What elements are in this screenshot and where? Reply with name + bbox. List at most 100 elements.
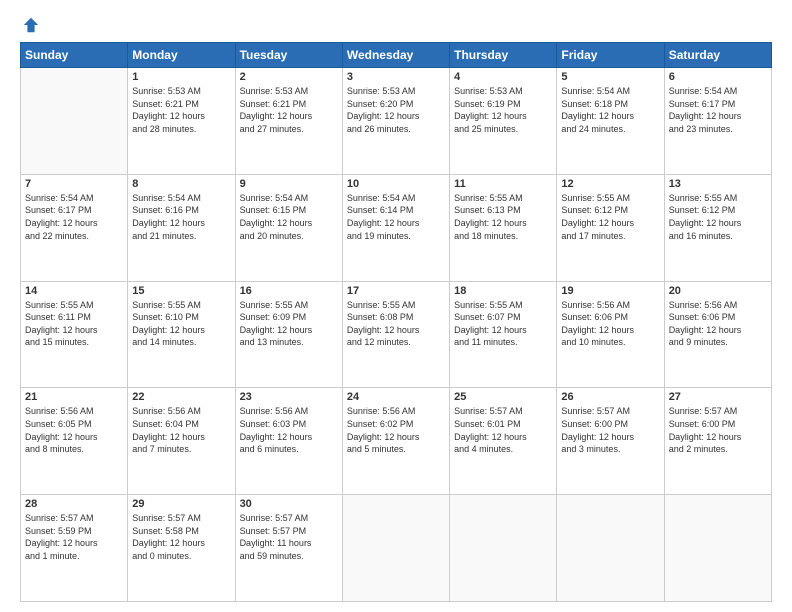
day-info: Sunrise: 5:54 AM Sunset: 6:17 PM Dayligh… [25, 192, 123, 242]
calendar-table: SundayMondayTuesdayWednesdayThursdayFrid… [20, 42, 772, 602]
day-number: 30 [240, 498, 338, 510]
calendar-cell [664, 495, 771, 602]
calendar-cell: 10 Sunrise: 5:54 AM Sunset: 6:14 PM Dayli… [342, 174, 449, 281]
calendar-cell: 20 Sunrise: 5:56 AM Sunset: 6:06 PM Dayli… [664, 281, 771, 388]
calendar-cell: 28 Sunrise: 5:57 AM Sunset: 5:59 PM Dayli… [21, 495, 128, 602]
calendar-cell: 14 Sunrise: 5:55 AM Sunset: 6:11 PM Dayli… [21, 281, 128, 388]
day-number: 14 [25, 285, 123, 297]
calendar-cell: 5 Sunrise: 5:54 AM Sunset: 6:18 PM Daylig… [557, 68, 664, 175]
day-number: 19 [561, 285, 659, 297]
header-day-sunday: Sunday [21, 43, 128, 68]
calendar-cell: 4 Sunrise: 5:53 AM Sunset: 6:19 PM Daylig… [450, 68, 557, 175]
day-info: Sunrise: 5:57 AM Sunset: 5:58 PM Dayligh… [132, 512, 230, 562]
day-info: Sunrise: 5:53 AM Sunset: 6:19 PM Dayligh… [454, 85, 552, 135]
calendar-cell: 7 Sunrise: 5:54 AM Sunset: 6:17 PM Daylig… [21, 174, 128, 281]
day-number: 29 [132, 498, 230, 510]
calendar-cell: 13 Sunrise: 5:55 AM Sunset: 6:12 PM Dayli… [664, 174, 771, 281]
day-info: Sunrise: 5:53 AM Sunset: 6:20 PM Dayligh… [347, 85, 445, 135]
day-number: 4 [454, 71, 552, 83]
logo [20, 16, 40, 34]
header-day-friday: Friday [557, 43, 664, 68]
calendar-cell: 27 Sunrise: 5:57 AM Sunset: 6:00 PM Dayli… [664, 388, 771, 495]
day-info: Sunrise: 5:55 AM Sunset: 6:12 PM Dayligh… [669, 192, 767, 242]
day-info: Sunrise: 5:54 AM Sunset: 6:17 PM Dayligh… [669, 85, 767, 135]
day-info: Sunrise: 5:55 AM Sunset: 6:07 PM Dayligh… [454, 299, 552, 349]
day-info: Sunrise: 5:53 AM Sunset: 6:21 PM Dayligh… [240, 85, 338, 135]
header-day-saturday: Saturday [664, 43, 771, 68]
day-info: Sunrise: 5:57 AM Sunset: 6:00 PM Dayligh… [669, 405, 767, 455]
day-info: Sunrise: 5:57 AM Sunset: 6:01 PM Dayligh… [454, 405, 552, 455]
calendar-cell: 18 Sunrise: 5:55 AM Sunset: 6:07 PM Dayli… [450, 281, 557, 388]
calendar-cell: 2 Sunrise: 5:53 AM Sunset: 6:21 PM Daylig… [235, 68, 342, 175]
calendar-week-4: 21 Sunrise: 5:56 AM Sunset: 6:05 PM Dayli… [21, 388, 772, 495]
day-info: Sunrise: 5:57 AM Sunset: 5:59 PM Dayligh… [25, 512, 123, 562]
calendar-cell [557, 495, 664, 602]
day-info: Sunrise: 5:55 AM Sunset: 6:13 PM Dayligh… [454, 192, 552, 242]
calendar-cell: 12Sunrise: 5:55 AM Sunset: 6:12 PM Dayli… [557, 174, 664, 281]
day-info: Sunrise: 5:54 AM Sunset: 6:14 PM Dayligh… [347, 192, 445, 242]
day-info: Sunrise: 5:56 AM Sunset: 6:02 PM Dayligh… [347, 405, 445, 455]
day-number: 2 [240, 71, 338, 83]
calendar-cell: 24 Sunrise: 5:56 AM Sunset: 6:02 PM Dayli… [342, 388, 449, 495]
calendar-cell: 22 Sunrise: 5:56 AM Sunset: 6:04 PM Dayli… [128, 388, 235, 495]
day-number: 1 [132, 71, 230, 83]
calendar-cell: 11Sunrise: 5:55 AM Sunset: 6:13 PM Dayli… [450, 174, 557, 281]
day-number: 27 [669, 391, 767, 403]
logo-icon [22, 16, 40, 34]
day-number: 26 [561, 391, 659, 403]
day-info: Sunrise: 5:57 AM Sunset: 6:00 PM Dayligh… [561, 405, 659, 455]
day-number: 5 [561, 71, 659, 83]
header-day-monday: Monday [128, 43, 235, 68]
calendar-cell: 30 Sunrise: 5:57 AM Sunset: 5:57 PM Dayli… [235, 495, 342, 602]
day-info: Sunrise: 5:55 AM Sunset: 6:10 PM Dayligh… [132, 299, 230, 349]
calendar-cell [21, 68, 128, 175]
calendar-cell: 26 Sunrise: 5:57 AM Sunset: 6:00 PM Dayli… [557, 388, 664, 495]
day-number: 15 [132, 285, 230, 297]
day-number: 18 [454, 285, 552, 297]
calendar-cell [342, 495, 449, 602]
calendar-cell: 3 Sunrise: 5:53 AM Sunset: 6:20 PM Daylig… [342, 68, 449, 175]
day-number: 23 [240, 391, 338, 403]
day-info: Sunrise: 5:55 AM Sunset: 6:09 PM Dayligh… [240, 299, 338, 349]
day-number: 22 [132, 391, 230, 403]
day-info: Sunrise: 5:55 AM Sunset: 6:08 PM Dayligh… [347, 299, 445, 349]
calendar-cell: 17Sunrise: 5:55 AM Sunset: 6:08 PM Dayli… [342, 281, 449, 388]
calendar-header-row: SundayMondayTuesdayWednesdayThursdayFrid… [21, 43, 772, 68]
calendar-cell: 16 Sunrise: 5:55 AM Sunset: 6:09 PM Dayli… [235, 281, 342, 388]
day-info: Sunrise: 5:56 AM Sunset: 6:04 PM Dayligh… [132, 405, 230, 455]
day-number: 7 [25, 178, 123, 190]
calendar-cell: 15 Sunrise: 5:55 AM Sunset: 6:10 PM Dayli… [128, 281, 235, 388]
day-info: Sunrise: 5:56 AM Sunset: 6:06 PM Dayligh… [561, 299, 659, 349]
day-number: 10 [347, 178, 445, 190]
calendar-cell: 21 Sunrise: 5:56 AM Sunset: 6:05 PM Dayli… [21, 388, 128, 495]
day-number: 8 [132, 178, 230, 190]
day-number: 16 [240, 285, 338, 297]
calendar-cell: 9Sunrise: 5:54 AM Sunset: 6:15 PM Daylig… [235, 174, 342, 281]
day-number: 20 [669, 285, 767, 297]
day-number: 24 [347, 391, 445, 403]
day-info: Sunrise: 5:56 AM Sunset: 6:05 PM Dayligh… [25, 405, 123, 455]
day-number: 6 [669, 71, 767, 83]
day-info: Sunrise: 5:56 AM Sunset: 6:06 PM Dayligh… [669, 299, 767, 349]
header-day-tuesday: Tuesday [235, 43, 342, 68]
day-info: Sunrise: 5:55 AM Sunset: 6:11 PM Dayligh… [25, 299, 123, 349]
calendar-week-5: 28 Sunrise: 5:57 AM Sunset: 5:59 PM Dayli… [21, 495, 772, 602]
day-info: Sunrise: 5:54 AM Sunset: 6:18 PM Dayligh… [561, 85, 659, 135]
calendar-page: SundayMondayTuesdayWednesdayThursdayFrid… [0, 0, 792, 612]
day-number: 13 [669, 178, 767, 190]
day-number: 12 [561, 178, 659, 190]
day-info: Sunrise: 5:56 AM Sunset: 6:03 PM Dayligh… [240, 405, 338, 455]
header [20, 16, 772, 34]
calendar-cell [450, 495, 557, 602]
day-number: 28 [25, 498, 123, 510]
day-info: Sunrise: 5:54 AM Sunset: 6:16 PM Dayligh… [132, 192, 230, 242]
calendar-cell: 29 Sunrise: 5:57 AM Sunset: 5:58 PM Dayli… [128, 495, 235, 602]
calendar-cell: 8 Sunrise: 5:54 AM Sunset: 6:16 PM Daylig… [128, 174, 235, 281]
day-info: Sunrise: 5:57 AM Sunset: 5:57 PM Dayligh… [240, 512, 338, 562]
day-number: 25 [454, 391, 552, 403]
day-number: 21 [25, 391, 123, 403]
day-number: 9 [240, 178, 338, 190]
day-number: 3 [347, 71, 445, 83]
calendar-cell: 19 Sunrise: 5:56 AM Sunset: 6:06 PM Dayli… [557, 281, 664, 388]
calendar-week-1: 1 Sunrise: 5:53 AM Sunset: 6:21 PM Daylig… [21, 68, 772, 175]
